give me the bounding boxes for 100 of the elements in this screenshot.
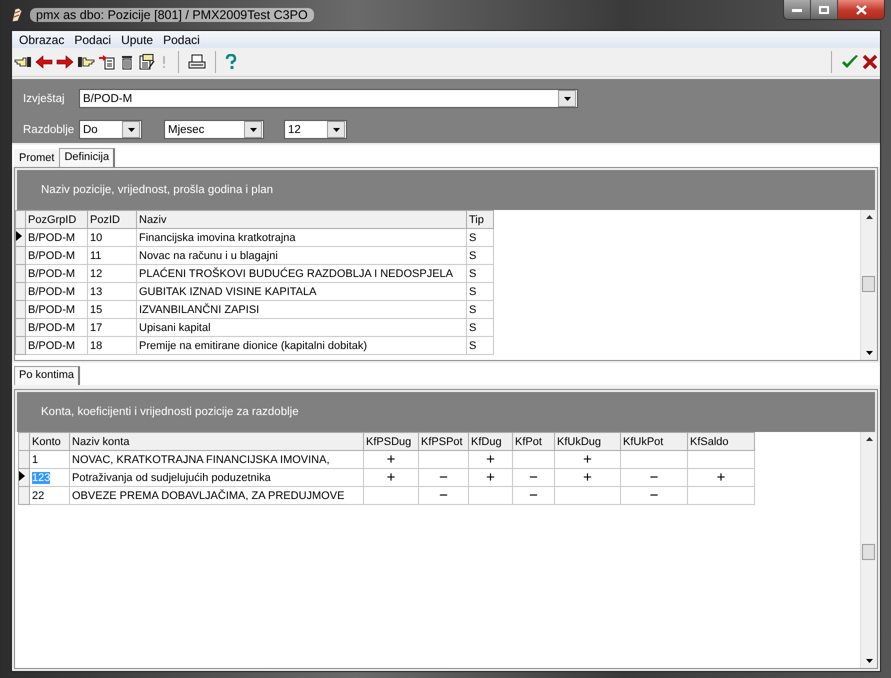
section-header: Konta, koeficijenti i vrijednosti pozicije za razdoblje	[15, 390, 877, 432]
dropdown-arrow-icon	[564, 96, 570, 100]
dropdown-arrow-icon	[250, 128, 256, 132]
column-header[interactable]: KfPSPot	[418, 432, 468, 450]
checkmark-icon[interactable]	[841, 54, 859, 70]
table-cell: −	[418, 486, 468, 504]
period-label: Razdoblje	[23, 124, 75, 136]
arrow-right-icon[interactable]	[56, 55, 74, 69]
scrollbar[interactable]	[860, 210, 877, 360]
table-cell: Premije na emitirane dionice (kapitalni dobitak)	[136, 336, 466, 354]
menu-item[interactable]: Upute	[116, 32, 158, 46]
menu-item[interactable]: Obrazac	[14, 32, 70, 46]
trash-icon[interactable]	[119, 54, 135, 70]
menu-item[interactable]: Podaci	[69, 32, 116, 46]
table-cell: +	[364, 450, 418, 468]
table-cell: S	[466, 246, 494, 264]
table-cell: B/POD-M	[26, 300, 88, 318]
table-cell: 12	[88, 264, 136, 282]
minimize-icon	[792, 8, 802, 12]
table-cell: 17	[88, 318, 136, 336]
arrow-left-icon[interactable]	[35, 55, 53, 69]
table-cell: 11	[88, 246, 136, 264]
hand-right-icon[interactable]	[77, 55, 95, 69]
maximize-button[interactable]	[811, 0, 838, 19]
scroll-down-icon	[866, 351, 872, 355]
table-cell: +	[468, 468, 512, 486]
table-cell: Potraživanja od sudjelujućih poduzetnika	[70, 468, 364, 486]
table-cell: S	[466, 318, 494, 336]
app-icon	[10, 7, 24, 23]
table-cell: +	[554, 468, 620, 486]
scrollbar[interactable]	[860, 432, 877, 668]
column-header[interactable]: Naziv konta	[70, 432, 364, 450]
table-cell: 123	[30, 468, 70, 486]
table-cell: +	[688, 468, 754, 486]
maximize-icon	[819, 6, 829, 14]
arrow-document-icon[interactable]	[98, 54, 116, 70]
table-cell: Novac na računu i u blagajni	[136, 246, 466, 264]
column-header[interactable]: KfPSDug	[364, 432, 418, 450]
report-label: Izvještaj	[23, 92, 66, 104]
close-icon	[856, 4, 866, 14]
scrollbar-thumb[interactable]	[862, 276, 875, 292]
column-header[interactable]: Naziv	[136, 210, 466, 228]
table-cell: OBVEZE PREMA DOBAVLJAČIMA, ZA PREDUJMOVE	[70, 486, 364, 504]
table-cell: +	[554, 450, 620, 468]
table-cell: +	[364, 468, 418, 486]
scroll-up-icon	[866, 215, 872, 219]
table-cell: 1	[30, 450, 70, 468]
tab[interactable]: Po kontima	[14, 366, 80, 385]
table-cell: B/POD-M	[26, 336, 88, 354]
table-cell: 10	[88, 228, 136, 246]
scrollbar-thumb[interactable]	[862, 544, 875, 560]
dropdown-arrow-icon	[332, 128, 340, 132]
tab[interactable]: Promet	[14, 149, 60, 167]
scroll-down-icon	[866, 659, 872, 663]
period-dropdown[interactable]: 12	[284, 120, 347, 139]
table-cell: 15	[88, 300, 136, 318]
scroll-up-icon	[866, 437, 872, 441]
table-cell: S	[466, 228, 494, 246]
cancel-icon[interactable]	[862, 54, 878, 70]
minimize-button[interactable]	[784, 0, 811, 19]
document-edit-icon[interactable]	[138, 54, 156, 70]
printer-icon[interactable]	[188, 54, 206, 70]
table-cell: B/POD-M	[26, 282, 88, 300]
column-header[interactable]: KfUkDug	[554, 432, 620, 450]
table-cell: −	[620, 486, 688, 504]
column-header[interactable]: KfUkPot	[620, 432, 688, 450]
table-cell: S	[466, 300, 494, 318]
column-header[interactable]: KfDug	[468, 432, 512, 450]
menu-item[interactable]: Podaci	[158, 32, 205, 46]
table-cell: B/POD-M	[26, 228, 88, 246]
close-button[interactable]	[838, 0, 884, 19]
table-cell: 22	[30, 486, 70, 504]
column-header[interactable]: PozID	[88, 210, 136, 228]
column-header[interactable]: Tip	[466, 210, 494, 228]
report-dropdown[interactable]: B/POD-M	[79, 89, 578, 108]
hand-left-icon[interactable]	[14, 55, 32, 69]
table-cell: B/POD-M	[26, 246, 88, 264]
table-cell: IZVANBILANČNI ZAPISI	[136, 300, 466, 318]
table-cell: Upisani kapital	[136, 318, 466, 336]
row-pointer-icon	[16, 231, 22, 241]
period-dropdown[interactable]: Mjesec	[164, 120, 264, 139]
table-cell: PLAĆENI TROŠKOVI BUDUĆEG RAZDOBLJA I NEDOSPJELA	[136, 264, 466, 282]
table-cell: 13	[88, 282, 136, 300]
period-dropdown[interactable]: Do	[79, 120, 142, 139]
window-title: pmx as dbo: Pozicije [801] / PMX2009Test C3PO	[30, 8, 314, 22]
table-cell: −	[620, 468, 688, 486]
section-header: Naziv pozicije, vrijednost, prošla godina i plan	[15, 168, 877, 210]
column-header[interactable]: Konto	[30, 432, 70, 450]
help-icon[interactable]	[225, 54, 237, 70]
dropdown-arrow-icon	[128, 128, 134, 132]
table-cell: −	[512, 486, 554, 504]
table-cell: +	[468, 450, 512, 468]
row-pointer-icon	[20, 471, 25, 481]
column-header[interactable]: KfSaldo	[688, 432, 754, 450]
tab[interactable]: Definicija	[59, 148, 116, 167]
table-cell: S	[466, 264, 494, 282]
table-cell: Financijska imovina kratkotrajna	[136, 228, 466, 246]
table-cell: NOVAC, KRATKOTRAJNA FINANCIJSKA IMOVINA,	[70, 450, 364, 468]
column-header[interactable]: KfPot	[512, 432, 554, 450]
column-header[interactable]: PozGrpID	[26, 210, 88, 228]
